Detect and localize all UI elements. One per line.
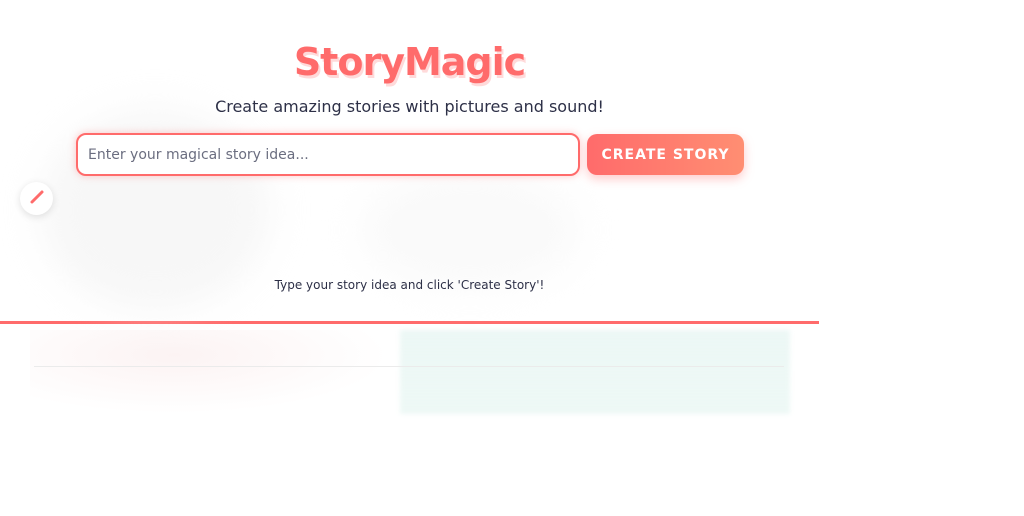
story-app-panel: StoryMagic Create amazing stories with p… bbox=[0, 0, 819, 324]
app-subtitle: Create amazing stories with pictures and… bbox=[215, 97, 604, 116]
background-blob bbox=[360, 170, 580, 290]
app-title: StoryMagic bbox=[293, 40, 526, 84]
lower-background bbox=[30, 330, 790, 414]
pencil-icon bbox=[28, 188, 46, 210]
lower-left-glow bbox=[30, 330, 390, 414]
story-idea-input[interactable] bbox=[76, 133, 580, 176]
lower-right-panel bbox=[400, 330, 790, 414]
edit-button[interactable] bbox=[20, 182, 53, 215]
hint-text: Type your story idea and click 'Create S… bbox=[274, 278, 545, 292]
create-story-button[interactable]: CREATE STORY bbox=[587, 134, 744, 175]
divider bbox=[34, 366, 784, 367]
